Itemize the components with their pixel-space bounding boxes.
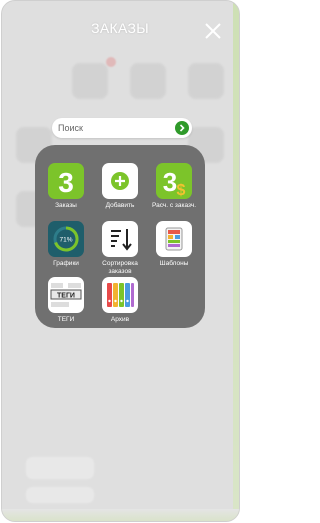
app-label: Сортировка заказов [102,260,138,275]
app-tags[interactable]: ТЕГИ ТЕГИ [41,277,91,324]
archive-binders-icon [102,277,138,313]
app-charts[interactable]: 71% Графики [41,221,91,268]
progress-value: 71% [59,237,72,244]
tags-icon: ТЕГИ [48,277,84,313]
chevron-right-icon [179,124,185,132]
tag-text: ТЕГИ [57,293,75,300]
folder-panel: 3 Заказы Добавить 3 $ Расч. с заказч. 71… [35,145,205,328]
search-input[interactable] [58,121,166,135]
plus-circle-icon [102,163,138,199]
app-sort-orders[interactable]: Сортировка заказов [95,221,145,275]
templates-icon [156,221,192,257]
close-icon[interactable] [202,20,224,42]
app-label: ТЕГИ [57,316,75,323]
three-dollar-icon: 3 $ [156,163,192,199]
app-orders[interactable]: 3 Заказы [41,163,91,210]
search-bar [52,118,192,138]
app-settlements[interactable]: 3 $ Расч. с заказч. [149,163,199,210]
svg-text:$: $ [177,182,186,199]
app-label: Архив [110,316,130,323]
app-add[interactable]: Добавить [95,163,145,210]
app-archive[interactable]: Архив [95,277,145,324]
sort-arrows-icon [102,221,138,257]
number-three-icon: 3 [48,163,84,199]
app-label: Расч. с заказч. [151,202,197,209]
app-label: Добавить [105,202,135,209]
app-label: Графики [53,260,79,267]
search-go-button[interactable] [175,121,189,135]
svg-text:3: 3 [163,167,177,197]
app-label: Шаблоны [159,260,189,267]
app-templates[interactable]: Шаблоны [149,221,199,268]
progress-ring-icon: 71% [48,221,84,257]
app-label: Заказы [55,202,77,209]
svg-text:3: 3 [58,167,74,198]
